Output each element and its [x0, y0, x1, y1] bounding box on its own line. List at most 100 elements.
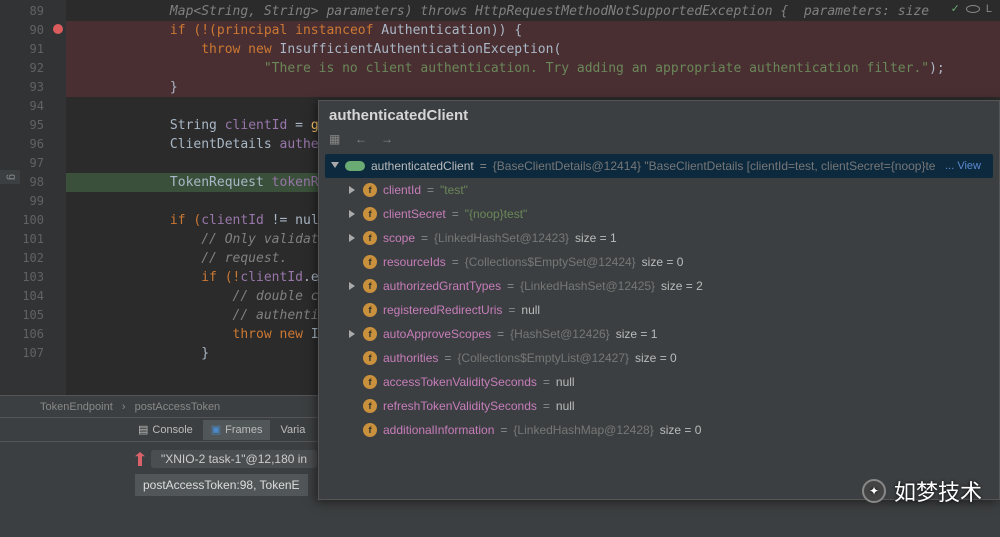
pin-icon [135, 452, 145, 466]
line-number: 94 [0, 97, 66, 116]
field-name: authorities [383, 351, 438, 365]
tree-field[interactable]: fclientSecret = "{noop}test" [349, 202, 993, 226]
field-icon: f [363, 255, 377, 269]
chevron-right-icon[interactable] [349, 330, 357, 338]
tree-field[interactable]: fresourceIds = {Collections$EmptySet@124… [349, 250, 993, 274]
line-number: 89 [0, 2, 66, 21]
stack-frame[interactable]: postAccessToken:98, TokenE [135, 474, 308, 496]
tree-field[interactable]: frefreshTokenValiditySeconds = null [349, 394, 993, 418]
field-icon: f [363, 303, 377, 317]
field-value: {LinkedHashSet@12425} [520, 279, 655, 293]
line-number: 93 [0, 78, 66, 97]
field-value: {LinkedHashSet@12423} [434, 231, 569, 245]
gutter: 89 90 91 92 93 94 95 96 97 98 99 100 101… [0, 0, 66, 395]
code-line: } [66, 78, 1000, 97]
breadcrumb-item[interactable]: postAccessToken [135, 401, 221, 413]
field-icon: f [363, 279, 377, 293]
field-name: clientId [383, 183, 421, 197]
tab-variables[interactable]: Varia [272, 420, 313, 440]
field-icon: f [363, 207, 377, 221]
root-value: {BaseClientDetails@12414} "BaseClientDet… [493, 159, 936, 173]
line-number: 107 [0, 344, 66, 363]
field-size: size = 1 [575, 231, 617, 245]
code-line: if (!(principal instanceof Authenticatio… [66, 21, 1000, 40]
thread-name: "XNIO-2 task-1"@12,180 in [151, 450, 317, 468]
field-name: scope [383, 231, 415, 245]
tree-field[interactable]: faccessTokenValiditySeconds = null [349, 370, 993, 394]
breadcrumb-item[interactable]: TokenEndpoint [40, 401, 113, 413]
field-icon: f [363, 423, 377, 437]
field-size: size = 2 [661, 279, 703, 293]
line-number: 104 [0, 287, 66, 306]
field-name: authorizedGrantTypes [383, 279, 501, 293]
line-number: 99 [0, 192, 66, 211]
line-number: 105 [0, 306, 66, 325]
field-icon: f [363, 351, 377, 365]
popup-title: authenticatedClient [319, 101, 999, 126]
spacer [349, 354, 357, 362]
line-number: 103 [0, 268, 66, 287]
field-value: null [556, 375, 575, 389]
line-number: 90 [0, 21, 66, 40]
object-icon [345, 161, 365, 171]
evaluate-popup: authenticatedClient ▦ ← → authenticatedC… [318, 100, 1000, 500]
field-icon: f [363, 327, 377, 341]
line-number: 101 [0, 230, 66, 249]
tab-frames[interactable]: ▣Frames [203, 420, 271, 440]
tree-root[interactable]: authenticatedClient = {BaseClientDetails… [325, 154, 993, 178]
field-name: registeredRedirectUris [383, 303, 502, 317]
code-line: throw new InsufficientAuthenticationExce… [66, 40, 1000, 59]
forward-icon[interactable]: → [381, 132, 395, 146]
line-number: 95 [0, 116, 66, 135]
breadcrumb-sep: › [122, 401, 126, 413]
watermark: ✦ 如梦技术 [862, 475, 982, 507]
debug-value-tree[interactable]: authenticatedClient = {BaseClientDetails… [319, 152, 999, 444]
chevron-right-icon[interactable] [349, 210, 357, 218]
tree-field[interactable]: fscope = {LinkedHashSet@12423} size = 1 [349, 226, 993, 250]
tree-field[interactable]: fautoApproveScopes = {HashSet@12426} siz… [349, 322, 993, 346]
field-name: accessTokenValiditySeconds [383, 375, 537, 389]
root-name: authenticatedClient [371, 159, 474, 173]
tree-field[interactable]: fauthorities = {Collections$EmptyList@12… [349, 346, 993, 370]
error-icon [53, 24, 63, 34]
field-value: {Collections$EmptyList@12427} [457, 351, 629, 365]
field-value: {Collections$EmptySet@12424} [465, 255, 636, 269]
spacer [349, 426, 357, 434]
chevron-down-icon[interactable] [331, 162, 339, 170]
spacer [349, 306, 357, 314]
history-icon[interactable]: ▦ [329, 132, 343, 146]
spacer [349, 258, 357, 266]
tree-field[interactable]: fadditionalInformation = {LinkedHashMap@… [349, 418, 993, 442]
wechat-icon: ✦ [862, 479, 886, 503]
tree-field[interactable]: fclientId = "test" [349, 178, 993, 202]
code-line: "There is no client authentication. Try … [66, 59, 1000, 78]
field-name: additionalInformation [383, 423, 494, 437]
spacer [349, 402, 357, 410]
console-icon: ▤ [138, 423, 148, 436]
field-name: refreshTokenValiditySeconds [383, 399, 537, 413]
line-number: 92 [0, 59, 66, 78]
field-value: null [556, 399, 575, 413]
back-icon[interactable]: ← [355, 132, 369, 146]
field-value: "test" [440, 183, 468, 197]
field-name: clientSecret [383, 207, 446, 221]
chevron-right-icon[interactable] [349, 234, 357, 242]
field-value: {HashSet@12426} [510, 327, 610, 341]
line-number: 100 [0, 211, 66, 230]
line-number: 98 [0, 173, 66, 192]
chevron-right-icon[interactable] [349, 282, 357, 290]
field-name: autoApproveScopes [383, 327, 491, 341]
tree-field[interactable]: fregisteredRedirectUris = null [349, 298, 993, 322]
watermark-text: 如梦技术 [894, 475, 982, 507]
view-link[interactable]: ... View [945, 160, 987, 172]
spacer [349, 378, 357, 386]
line-number: 91 [0, 40, 66, 59]
tab-console[interactable]: ▤Console [130, 420, 201, 440]
chevron-right-icon[interactable] [349, 186, 357, 194]
line-number: 97 [0, 154, 66, 173]
line-number: 102 [0, 249, 66, 268]
code-line: Map<String, String> parameters) throws H… [66, 2, 1000, 21]
field-value: null [521, 303, 540, 317]
field-size: size = 0 [635, 351, 677, 365]
tree-field[interactable]: fauthorizedGrantTypes = {LinkedHashSet@1… [349, 274, 993, 298]
